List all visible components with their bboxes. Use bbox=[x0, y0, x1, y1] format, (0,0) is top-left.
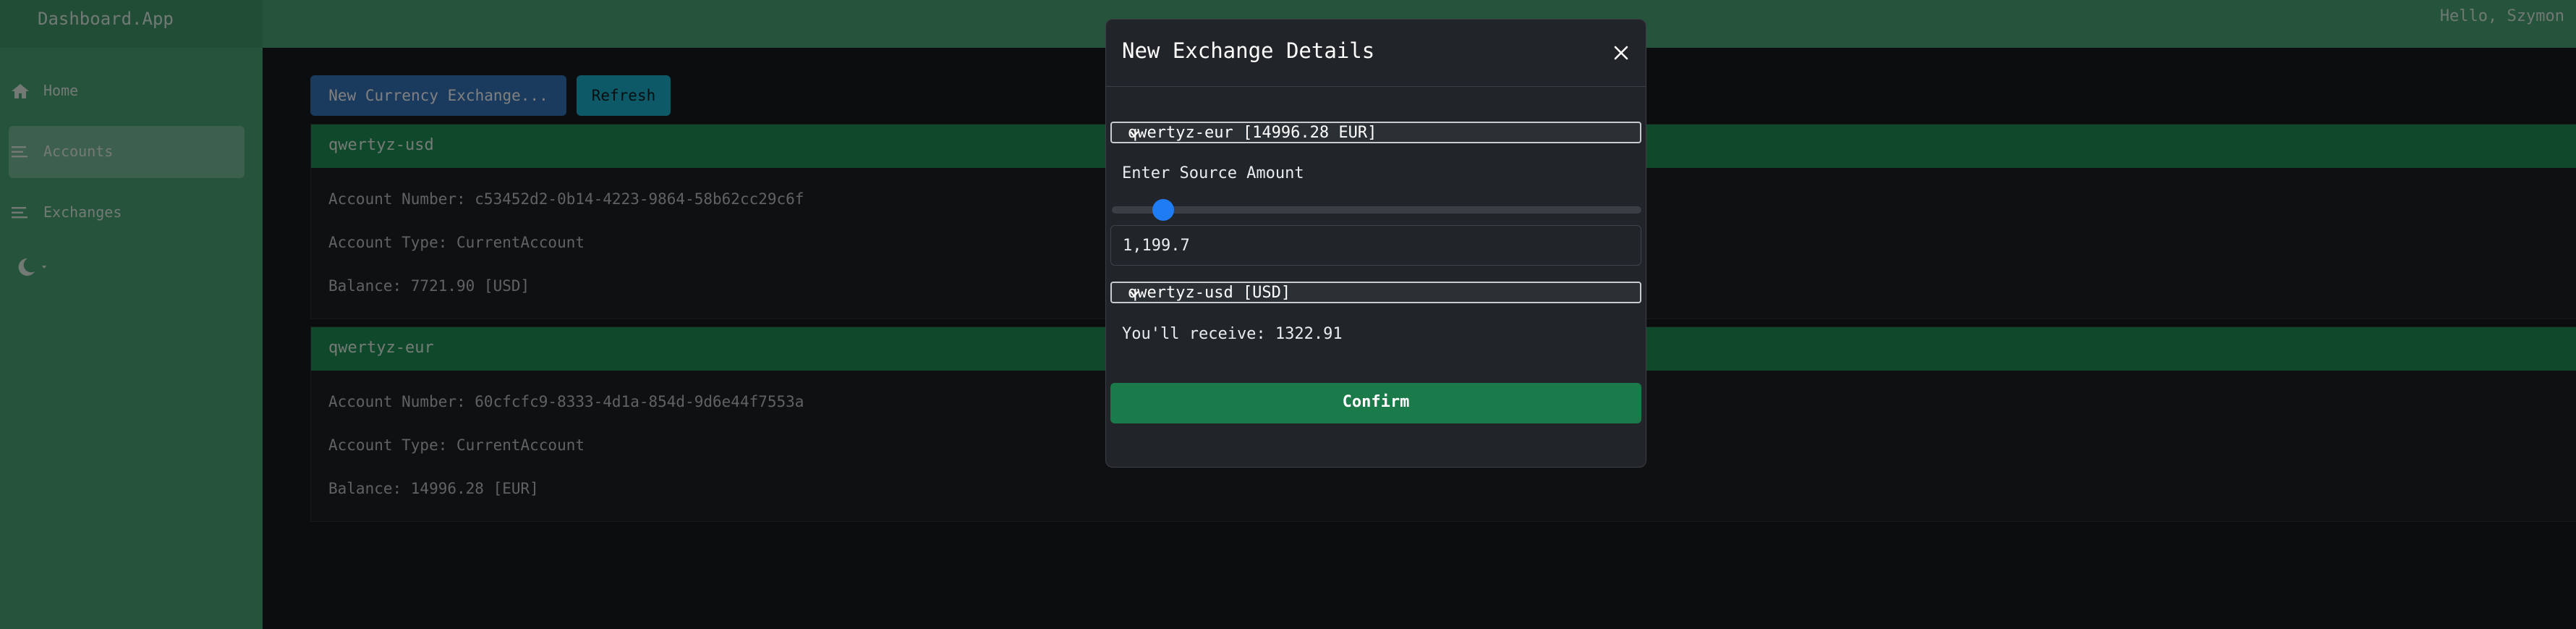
chevron-down-icon bbox=[1128, 127, 1141, 140]
source-amount-label: Enter Source Amount bbox=[1122, 164, 1304, 182]
confirm-button[interactable]: Confirm bbox=[1110, 383, 1641, 423]
modal-title: New Exchange Details bbox=[1122, 38, 1375, 63]
source-account-select[interactable]: qwertyz-eur [14996.28 EUR] bbox=[1110, 122, 1641, 143]
amount-input[interactable]: 1,199.7 bbox=[1110, 225, 1641, 266]
confirm-button-label: Confirm bbox=[1342, 393, 1410, 411]
chevron-down-icon bbox=[1128, 287, 1141, 300]
close-icon[interactable] bbox=[1609, 41, 1633, 65]
receive-amount-text: You'll receive: 1322.91 bbox=[1122, 325, 1343, 343]
exchange-modal: New Exchange Details qwertyz-eur [14996.… bbox=[1105, 19, 1646, 468]
amount-slider[interactable] bbox=[1112, 206, 1641, 214]
modal-divider bbox=[1106, 86, 1646, 87]
source-account-value: qwertyz-eur [14996.28 EUR] bbox=[1128, 124, 1377, 142]
target-account-select[interactable]: qwertyz-usd [USD] bbox=[1110, 282, 1641, 303]
target-account-value: qwertyz-usd [USD] bbox=[1128, 284, 1291, 302]
amount-input-value: 1,199.7 bbox=[1123, 237, 1190, 255]
amount-slider-thumb[interactable] bbox=[1152, 199, 1175, 221]
